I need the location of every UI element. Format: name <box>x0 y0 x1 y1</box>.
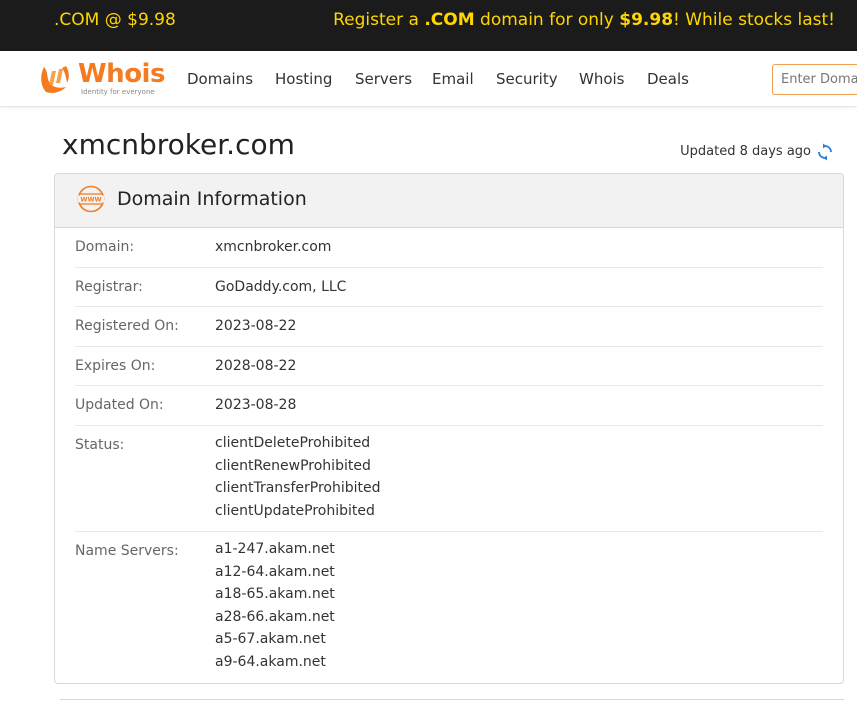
info-row-domain: Domain: xmcnbroker.com <box>75 228 823 268</box>
row-value: 2023-08-28 <box>215 397 297 413</box>
domain-info-card: WWW Domain Information Domain: xmcnbroke… <box>54 173 844 684</box>
site-logo[interactable]: Whois Identity for everyone <box>38 59 165 99</box>
nav-email[interactable]: Email <box>432 70 474 88</box>
name-server-value: a1-247.akam.net <box>215 541 335 557</box>
info-row-expires-on: Expires On: 2028-08-22 <box>75 347 823 386</box>
status-value: clientUpdateProhibited <box>215 502 375 519</box>
row-label: Registered On: <box>75 318 179 334</box>
info-row-updated-on: Updated On: 2023-08-28 <box>75 386 823 426</box>
name-server-value: a18-65.akam.net <box>215 586 335 602</box>
row-values: a1-247.akam.net a12-64.akam.net a18-65.a… <box>215 538 335 673</box>
row-values: 2028-08-22 <box>215 358 296 375</box>
row-label: Name Servers: <box>75 543 179 559</box>
status-value: clientDeleteProhibited <box>215 435 371 451</box>
promo-right-text[interactable]: Register a .COM domain for only $9.98! W… <box>333 10 835 30</box>
promo-prefix: Register a <box>333 10 425 30</box>
row-values: xmcnbroker.com <box>215 239 331 256</box>
row-values: 2023-08-22 <box>215 318 296 335</box>
nav-whois[interactable]: Whois <box>579 70 625 88</box>
domain-search-input[interactable] <box>772 64 857 95</box>
name-server-value: a9-64.akam.net <box>215 653 326 670</box>
promo-price: $9.98 <box>619 10 674 30</box>
main-navbar: Whois Identity for everyone Domains Host… <box>0 51 857 107</box>
refresh-icon[interactable] <box>817 143 833 161</box>
www-globe-icon: WWW <box>77 185 105 213</box>
row-values: clientDeleteProhibited clientRenewProhib… <box>215 432 380 522</box>
section-divider <box>60 699 844 700</box>
logo-wordmark: Whois <box>78 59 165 89</box>
row-values: GoDaddy.com, LLC <box>215 279 346 296</box>
nav-hosting[interactable]: Hosting <box>275 70 332 88</box>
promo-suffix: ! While stocks last! <box>673 10 835 30</box>
nav-domains[interactable]: Domains <box>187 70 253 88</box>
info-row-name-servers: Name Servers: a1-247.akam.net a12-64.aka… <box>75 532 823 682</box>
promo-mid: domain for only <box>474 10 620 30</box>
row-value: 2028-08-22 <box>215 358 297 374</box>
whois-logo-icon <box>41 66 69 93</box>
row-value: 2023-08-22 <box>215 318 297 334</box>
promo-bar: .COM @ $9.98 Register a .COM domain for … <box>0 0 857 51</box>
status-value: clientTransferProhibited <box>215 480 381 496</box>
svg-text:WWW: WWW <box>80 196 101 204</box>
nav-servers[interactable]: Servers <box>355 70 412 88</box>
promo-left-text[interactable]: .COM @ $9.98 <box>54 10 176 30</box>
card-header: WWW Domain Information <box>55 174 843 228</box>
nav-deals[interactable]: Deals <box>647 70 689 88</box>
row-label: Registrar: <box>75 279 143 295</box>
row-value: GoDaddy.com, LLC <box>215 279 347 295</box>
info-row-status: Status: clientDeleteProhibited clientRen… <box>75 426 823 532</box>
row-values: 2023-08-28 <box>215 397 296 414</box>
logo-tagline: Identity for everyone <box>81 88 155 96</box>
row-label: Expires On: <box>75 358 156 374</box>
status-value: clientRenewProhibited <box>215 457 371 474</box>
row-label: Status: <box>75 437 125 453</box>
nav-security[interactable]: Security <box>496 70 558 88</box>
row-label: Domain: <box>75 239 135 255</box>
updated-timestamp: Updated 8 days ago <box>680 144 811 159</box>
name-server-value: a5-67.akam.net <box>215 631 326 647</box>
page-title: xmcnbroker.com <box>62 128 295 161</box>
card-title: Domain Information <box>117 188 307 210</box>
info-row-registrar: Registrar: GoDaddy.com, LLC <box>75 268 823 307</box>
promo-tld: .COM <box>424 10 475 30</box>
row-value: xmcnbroker.com <box>215 239 332 255</box>
name-server-value: a12-64.akam.net <box>215 563 335 580</box>
row-label: Updated On: <box>75 397 164 413</box>
info-row-registered-on: Registered On: 2023-08-22 <box>75 307 823 347</box>
name-server-value: a28-66.akam.net <box>215 608 335 625</box>
